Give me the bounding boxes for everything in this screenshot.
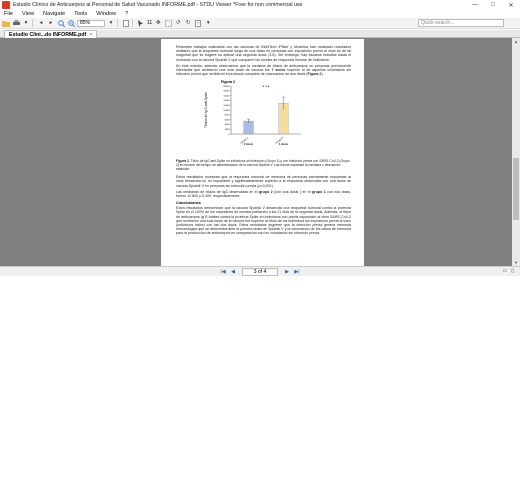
y-tick-label: 10000	[223, 110, 230, 112]
page-icon[interactable]	[194, 19, 202, 27]
open-folder-icon[interactable]	[2, 19, 10, 27]
paragraph: Estos resultados muestran que la respues…	[176, 175, 351, 188]
rotate-left-icon[interactable]: ↺	[174, 19, 182, 27]
rotate-right-icon[interactable]: ↻	[184, 19, 192, 27]
significance-marker: * * *	[263, 84, 270, 89]
minimize-button[interactable]: —	[466, 0, 484, 10]
window-controls: — □ ✕	[466, 0, 520, 10]
chart-title: Figura 2	[221, 80, 235, 84]
scroll-up-icon[interactable]: ▲	[512, 38, 520, 45]
previous-page-icon[interactable]: ◀	[229, 268, 237, 276]
next-page-icon[interactable]: ▶	[283, 268, 291, 276]
dropdown-icon[interactable]: ▾	[22, 19, 30, 27]
x-sublabel: 2 dosis	[244, 142, 253, 146]
quick-search-input[interactable]: Quick search...	[418, 19, 504, 27]
options-dropdown-icon[interactable]: ▾	[204, 19, 212, 27]
menu-view[interactable]: View	[22, 11, 34, 17]
tab-document[interactable]: Estudio Clíni...do INFORME.pdf ×	[4, 30, 98, 38]
paragraph: En este estudio, además observamos que l…	[176, 63, 351, 77]
zoom-field[interactable]: 85%	[77, 19, 105, 27]
app-icon	[2, 1, 10, 9]
last-page-icon[interactable]: ▶|	[293, 268, 301, 276]
bar-chart: Figura 2 Títulos de Ig G anti-Spike 0 2000 4…	[204, 80, 301, 146]
zoom-in-icon[interactable]	[57, 19, 65, 27]
single-page-icon[interactable]: ▭	[503, 268, 508, 274]
first-page-icon[interactable]: |◀	[219, 268, 227, 276]
y-tick-label: 14000	[223, 101, 230, 103]
y-tick-label: 12000	[223, 105, 230, 107]
menu-tools[interactable]: Tools	[74, 11, 87, 17]
print-icon[interactable]	[12, 19, 20, 27]
pointer-icon[interactable]	[137, 19, 145, 27]
menu-help[interactable]: ?	[125, 11, 128, 17]
paragraph: Recientes trabajos realizados con las va…	[176, 45, 351, 62]
x-sublabel: 1 dosis	[279, 142, 288, 146]
bar-1	[243, 121, 254, 135]
y-tick-label: 6000	[225, 120, 231, 122]
separator	[117, 19, 118, 27]
y-tick-label: 20000	[223, 86, 230, 88]
y-tick-label: 18000	[223, 91, 230, 93]
page-number: 11	[147, 20, 153, 26]
menu-file[interactable]: File	[4, 11, 13, 17]
fit-page-icon[interactable]	[122, 19, 130, 27]
document-viewer[interactable]: Recientes trabajos realizados con las va…	[0, 38, 512, 266]
zoom-out-icon[interactable]	[67, 19, 75, 27]
y-tick-label: 2000	[225, 129, 231, 131]
maximize-button[interactable]: □	[484, 0, 502, 10]
y-tick-label: 0	[228, 134, 230, 136]
y-tick-label: 8000	[225, 115, 231, 117]
menu-bar: File View Navigate Tools Window ?	[0, 10, 520, 18]
select-text-icon[interactable]	[164, 19, 172, 27]
y-tick-label: 16000	[223, 96, 230, 98]
y-tick-label: 4000	[225, 125, 231, 127]
menu-window[interactable]: Window	[96, 11, 116, 17]
y-axis-label: Títulos de Ig G anti-Spike	[204, 92, 208, 128]
scroll-down-icon[interactable]: ▼	[512, 259, 520, 266]
scroll-thumb[interactable]	[513, 158, 519, 220]
vertical-scrollbar[interactable]: ▲ ▼	[512, 38, 520, 266]
pdf-page: Recientes trabajos realizados con las va…	[161, 39, 364, 266]
tab-label: Estudio Clíni...do INFORME.pdf	[9, 31, 87, 38]
window-title: Estudio Clínico de Anticuerpos al Person…	[13, 2, 303, 8]
move-icon[interactable]: ✥	[154, 19, 162, 27]
zoom-dropdown-icon[interactable]: ▾	[107, 19, 115, 27]
close-button[interactable]: ✕	[502, 0, 520, 10]
figure-caption: Figura 2. Título de IgG anti-Spike en in…	[176, 159, 350, 172]
separator	[132, 19, 133, 27]
paragraph: Estos resultados demuestran que la vacun…	[176, 206, 351, 236]
section-heading: Conclusiones	[176, 201, 201, 206]
view-mode-buttons: ▭ ▯	[503, 268, 515, 274]
title-bar: Estudio Clínico de Anticuerpos al Person…	[0, 0, 520, 10]
forward-icon[interactable]: ▸	[47, 19, 55, 27]
continuous-icon[interactable]: ▯	[511, 268, 514, 274]
separator	[32, 19, 33, 27]
back-icon[interactable]: ◂	[37, 19, 45, 27]
tab-close-icon[interactable]: ×	[89, 32, 92, 38]
menu-navigate[interactable]: Navigate	[43, 11, 65, 17]
figure-chart: Figura 2 Títulos de Ig G anti-Spike 0 2000 4…	[201, 78, 311, 158]
tab-bar: Estudio Clíni...do INFORME.pdf ×	[0, 30, 520, 38]
status-bar: |◀ ◀ 3 of 4 ▶ ▶| ▭ ▯	[0, 266, 520, 276]
paragraph: Las medianas de títulos de IgG observada…	[176, 189, 351, 198]
page-indicator[interactable]: 3 of 4	[242, 267, 278, 276]
toolbar: ▾ ◂ ▸ 85% ▾ 11 ✥ ↺ ↻ ▾ Quick search...	[0, 18, 520, 29]
